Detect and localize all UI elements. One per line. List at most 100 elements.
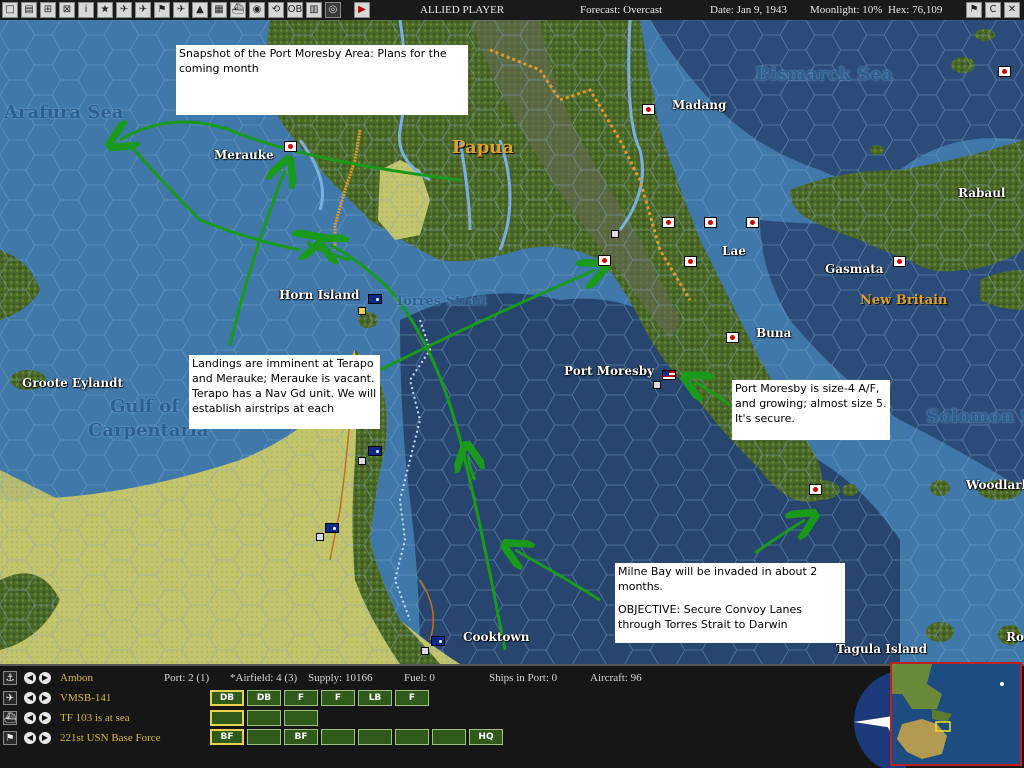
prev-arrow-icon[interactable]: ◀ bbox=[24, 712, 36, 724]
air-button[interactable]: F bbox=[395, 690, 429, 706]
database-icon[interactable]: ▥ bbox=[306, 2, 322, 18]
sea-label-gulf-1: Gulf of bbox=[110, 396, 180, 417]
selection-label: Ambon bbox=[60, 672, 93, 684]
place-label-lae: Lae bbox=[722, 244, 746, 258]
place-label-cooktown: Cooktown bbox=[463, 630, 530, 644]
japanese-base-gasmata[interactable] bbox=[893, 256, 906, 267]
date-label: Date: Jan 9, 1943 bbox=[710, 4, 787, 16]
japanese-base-north[interactable] bbox=[998, 66, 1011, 77]
c-button[interactable]: C bbox=[985, 2, 1001, 18]
air-button[interactable]: DB bbox=[247, 690, 281, 706]
selection-label: VMSB-141 bbox=[60, 692, 112, 704]
prev-arrow-icon[interactable]: ◀ bbox=[24, 692, 36, 704]
place-label-ro: Ro bbox=[1006, 630, 1024, 644]
allied-flag-cape-york[interactable] bbox=[368, 446, 382, 456]
place-label-port-moresby: Port Moresby bbox=[564, 364, 655, 378]
japanese-base-3[interactable] bbox=[746, 217, 759, 228]
air-button[interactable]: DB bbox=[210, 690, 244, 706]
flag-icon[interactable]: ⚑ bbox=[3, 731, 17, 745]
window-controls: ⚑ C ✕ bbox=[966, 2, 1020, 18]
japanese-base-4[interactable] bbox=[598, 255, 611, 266]
air-button[interactable]: F bbox=[284, 690, 318, 706]
unit-marker-horn[interactable] bbox=[358, 307, 366, 315]
ship-button[interactable] bbox=[284, 710, 318, 726]
prev-arrow-icon[interactable]: ◀ bbox=[24, 672, 36, 684]
airfield-stat: *Airfield: 4 (3) bbox=[230, 672, 298, 684]
unit-marker-cooktown[interactable] bbox=[421, 647, 429, 655]
japanese-base-1[interactable] bbox=[662, 217, 675, 228]
ground-button[interactable] bbox=[358, 729, 392, 745]
map-terrain bbox=[0, 20, 1024, 664]
allied-flag-cooktown[interactable] bbox=[431, 636, 445, 646]
anchor-icon[interactable]: ⚓ bbox=[3, 671, 17, 685]
green-map-icon[interactable]: ▦ bbox=[211, 2, 227, 18]
next-arrow-icon[interactable]: ▶ bbox=[39, 692, 51, 704]
ground-button[interactable] bbox=[247, 729, 281, 745]
sea-label-solomon: Solomon Se bbox=[926, 406, 1024, 427]
globe-icon[interactable]: ◉ bbox=[249, 2, 265, 18]
selection-label: 221st USN Base Force bbox=[60, 732, 161, 744]
next-arrow-icon[interactable]: ▶ bbox=[39, 712, 51, 724]
ship-icon[interactable]: ⛴ bbox=[230, 2, 246, 18]
ship-button[interactable] bbox=[247, 710, 281, 726]
note-milne-text: Milne Bay will be invaded in about 2 mon… bbox=[618, 565, 818, 593]
info-icon[interactable]: i bbox=[78, 2, 94, 18]
ob-icon[interactable]: OB bbox=[287, 2, 303, 18]
air-button[interactable]: LB bbox=[358, 690, 392, 706]
unit-marker-moresby[interactable] bbox=[653, 381, 661, 389]
hex-map[interactable]: Arafura Sea Bismarck Sea Torres Strait G… bbox=[0, 20, 1024, 664]
us-flag-port-moresby[interactable] bbox=[662, 370, 676, 380]
flag-button[interactable]: ⚑ bbox=[966, 2, 982, 18]
mini-map[interactable] bbox=[890, 662, 1022, 766]
game-window: □ ▤ ⊞ ⊠ i ★ ✈ ✈ ⚑ ✈ ▲ ▦ ⛴ ◉ ⟲ OB ▥ ◎ ▶ ALLIED PLAYER Forec… bbox=[0, 0, 1024, 768]
japanese-base-lae[interactable] bbox=[684, 256, 697, 267]
star-icon[interactable]: ★ bbox=[97, 2, 113, 18]
air-button[interactable]: F bbox=[321, 690, 355, 706]
next-arrow-icon[interactable]: ▶ bbox=[39, 732, 51, 744]
unit-marker-cape[interactable] bbox=[358, 457, 366, 465]
plane-icon[interactable]: ✈ bbox=[3, 691, 17, 705]
play-icon[interactable]: ▶ bbox=[354, 2, 370, 18]
ground-button[interactable]: BF bbox=[210, 729, 244, 745]
japanese-base-2[interactable] bbox=[704, 217, 717, 228]
allied-flag-cape-york-south[interactable] bbox=[325, 523, 339, 533]
japanese-base-merauke[interactable] bbox=[284, 141, 297, 152]
chart-icon[interactable]: ▲ bbox=[192, 2, 208, 18]
ground-button[interactable]: BF bbox=[284, 729, 318, 745]
prev-arrow-icon[interactable]: ◀ bbox=[24, 732, 36, 744]
place-label-tagula-island: Tagula Island bbox=[836, 642, 928, 656]
ground-button[interactable] bbox=[321, 729, 355, 745]
stop-icon[interactable]: □ bbox=[2, 2, 18, 18]
ships-icon[interactable]: ⊞ bbox=[40, 2, 56, 18]
document-icon[interactable]: ▤ bbox=[21, 2, 37, 18]
ships-in-port-stat: Ships in Port: 0 bbox=[489, 672, 558, 684]
allied-flag-horn-island[interactable] bbox=[368, 294, 382, 304]
unit-marker-cape-2[interactable] bbox=[316, 533, 324, 541]
region-label-papua: Papua bbox=[452, 137, 515, 158]
map-icon[interactable]: ⊠ bbox=[59, 2, 75, 18]
note-milne-bay: Milne Bay will be invaded in about 2 mon… bbox=[615, 563, 845, 643]
close-button[interactable]: ✕ bbox=[1004, 2, 1020, 18]
japanese-base-buna[interactable] bbox=[726, 332, 739, 343]
recycle-icon[interactable]: ⟲ bbox=[268, 2, 284, 18]
selection-row[interactable]: ✈ ◀ ▶ VMSB-141 bbox=[0, 690, 200, 708]
next-arrow-icon[interactable]: ▶ bbox=[39, 672, 51, 684]
ship-icon[interactable]: ⛴ bbox=[3, 711, 17, 725]
red-plane-icon[interactable]: ✈ bbox=[116, 2, 132, 18]
japanese-base-milne[interactable] bbox=[809, 484, 822, 495]
unit-marker-north[interactable] bbox=[611, 230, 619, 238]
supply-stat: Supply: 10166 bbox=[308, 672, 373, 684]
selection-row[interactable]: ⛴ ◀ ▶ TF 103 is at sea bbox=[0, 710, 200, 728]
circle-icon[interactable]: ◎ bbox=[325, 2, 341, 18]
red-plane-2-icon[interactable]: ✈ bbox=[135, 2, 151, 18]
note-landings: Landings are imminent at Terapo and Mera… bbox=[189, 355, 380, 429]
ground-button[interactable] bbox=[395, 729, 429, 745]
japanese-base-madang[interactable] bbox=[642, 104, 655, 115]
aircraft-icon[interactable]: ✈ bbox=[173, 2, 189, 18]
flag-icon[interactable]: ⚑ bbox=[154, 2, 170, 18]
ground-button[interactable] bbox=[432, 729, 466, 745]
region-label-new-britain: New Britain bbox=[860, 293, 948, 308]
ground-button[interactable]: HQ bbox=[469, 729, 503, 745]
selection-row[interactable]: ⚑ ◀ ▶ 221st USN Base Force bbox=[0, 730, 200, 748]
ship-button[interactable] bbox=[210, 710, 244, 726]
